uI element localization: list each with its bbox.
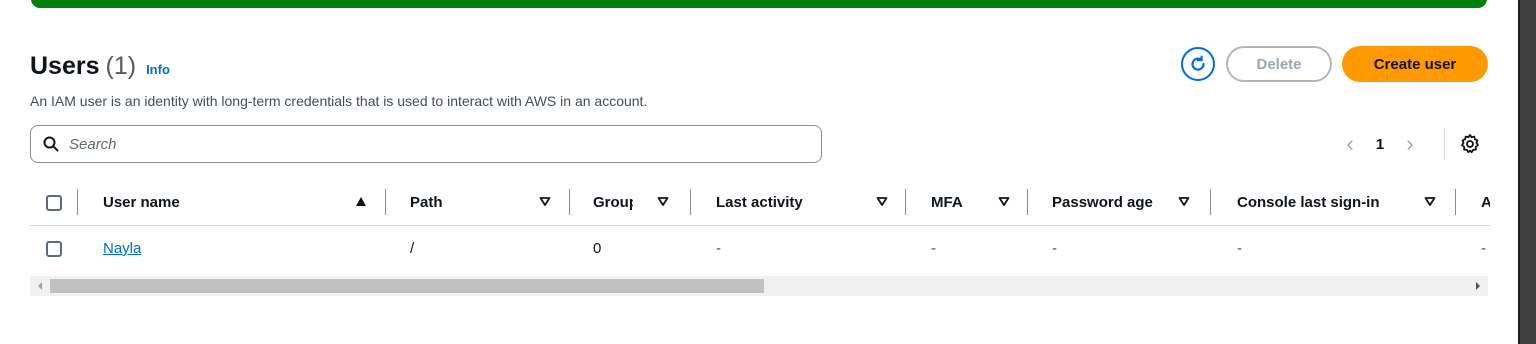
success-banner <box>31 0 1487 8</box>
row-select-cell <box>46 226 62 271</box>
gear-icon <box>1461 134 1479 154</box>
pagination-divider <box>1444 128 1445 160</box>
scroll-left-icon[interactable] <box>36 282 44 290</box>
mfa-cell: - <box>931 240 936 257</box>
user-count: (1) <box>105 52 137 80</box>
sort-icon[interactable] <box>1423 194 1437 208</box>
truncated-cell: - <box>1481 240 1486 257</box>
column-divider <box>77 189 78 215</box>
sort-icon[interactable] <box>997 194 1011 208</box>
column-header-groups[interactable]: Groups <box>593 180 633 225</box>
column-divider <box>1027 189 1028 215</box>
previous-page-icon[interactable]: ‹ <box>1340 131 1360 157</box>
last-activity-cell: - <box>716 240 721 257</box>
column-header-mfa[interactable]: MFA <box>931 180 963 225</box>
users-table: User name Path Groups Last activity MFA … <box>30 180 1490 274</box>
column-header-user-name[interactable]: User name <box>103 180 180 225</box>
user-name-cell: Nayla <box>103 226 141 271</box>
table-preferences-button[interactable] <box>1458 132 1482 156</box>
search-icon <box>43 136 59 152</box>
horizontal-scrollbar-thumb[interactable] <box>50 279 764 293</box>
page-title: Users <box>30 52 100 80</box>
column-divider <box>1210 189 1211 215</box>
table-row: Nayla / 0 - - - - - <box>30 226 1490 272</box>
user-name-link[interactable]: Nayla <box>103 240 141 257</box>
sort-icon[interactable] <box>1177 194 1191 208</box>
select-all-checkbox[interactable] <box>46 194 62 211</box>
page-description: An IAM user is an identity with long-ter… <box>30 93 648 109</box>
column-divider <box>385 189 386 215</box>
column-header-console-last-sign-in[interactable]: Console last sign-in <box>1237 180 1380 225</box>
sort-icon[interactable] <box>538 194 552 208</box>
horizontal-scrollbar[interactable] <box>30 276 1488 296</box>
info-link[interactable]: Info <box>146 62 170 77</box>
current-page-number[interactable]: 1 <box>1360 136 1400 153</box>
vertical-scrollbar-track <box>1518 0 1520 344</box>
column-divider <box>1455 189 1456 215</box>
password-age-cell: - <box>1052 240 1057 257</box>
pagination: ‹ 1 › <box>1340 126 1420 162</box>
groups-cell: 0 <box>593 240 602 257</box>
next-page-icon[interactable]: › <box>1400 131 1420 157</box>
delete-button[interactable]: Delete <box>1226 46 1332 82</box>
column-divider <box>690 189 691 215</box>
column-header-password-age[interactable]: Password age <box>1052 180 1153 225</box>
refresh-icon <box>1191 55 1205 71</box>
sort-icon[interactable] <box>875 194 889 208</box>
path-cell: / <box>410 240 415 257</box>
column-header-path[interactable]: Path <box>410 180 443 225</box>
create-user-button[interactable]: Create user <box>1342 46 1488 82</box>
column-header-last-activity[interactable]: Last activity <box>716 180 803 225</box>
search-field[interactable] <box>30 125 822 163</box>
column-divider <box>905 189 906 215</box>
search-input[interactable] <box>67 134 771 154</box>
table-header-row: User name Path Groups Last activity MFA … <box>30 180 1490 226</box>
column-header-truncated[interactable]: A <box>1481 180 1490 225</box>
scroll-right-icon[interactable] <box>1474 282 1482 290</box>
page-header: Users (1) Info <box>30 52 170 86</box>
refresh-button[interactable] <box>1181 47 1215 81</box>
vertical-scrollbar[interactable] <box>1518 0 1536 344</box>
console-last-sign-in-cell: - <box>1237 240 1242 257</box>
row-checkbox[interactable] <box>46 240 62 257</box>
column-divider <box>569 189 570 215</box>
select-all-cell <box>46 180 62 225</box>
sort-ascending-icon[interactable] <box>354 194 368 208</box>
sort-icon[interactable] <box>656 194 670 208</box>
